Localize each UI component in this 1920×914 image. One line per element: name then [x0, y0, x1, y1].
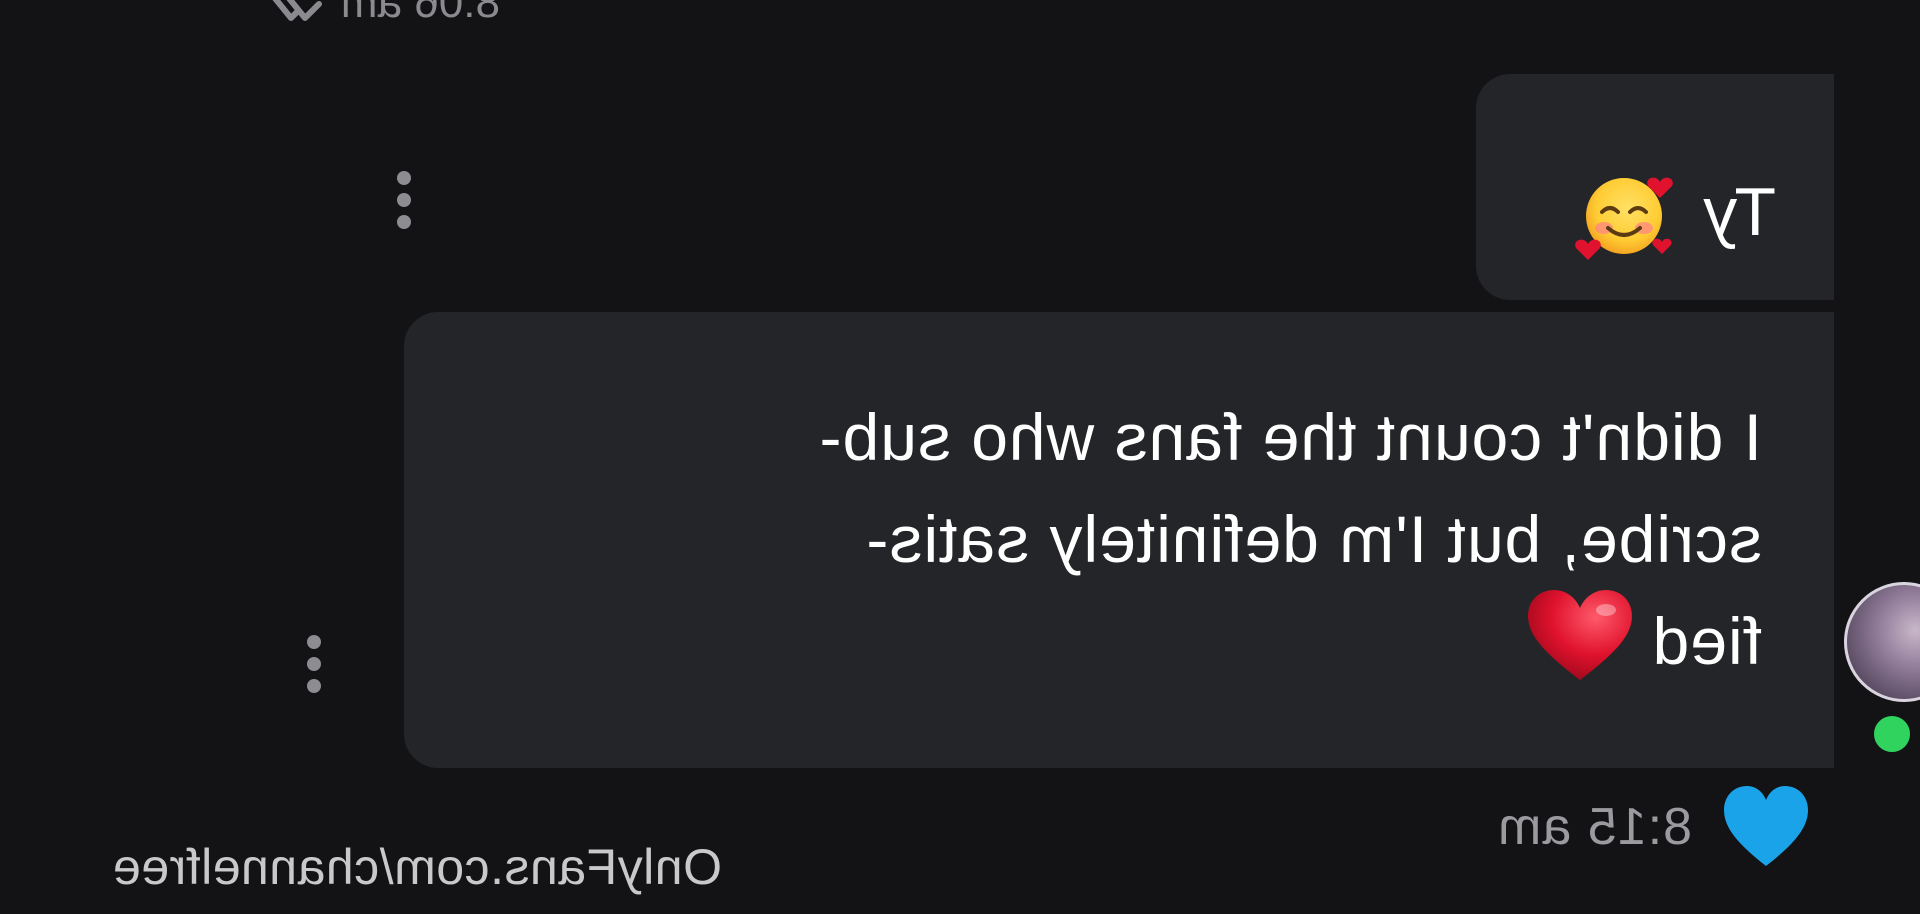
double-check-icon	[262, 0, 323, 21]
message-line-last: fied	[522, 590, 1762, 692]
top-timestamp: 8:06 am	[341, 0, 500, 27]
message-content: Ty	[1574, 162, 1776, 262]
avatar[interactable]	[1844, 582, 1920, 702]
dot	[397, 215, 411, 229]
message-text: I didn't count the fans who sub- scribe,…	[522, 386, 1762, 692]
top-message-meta: 8:06 am	[251, 0, 500, 28]
dot	[397, 171, 411, 185]
blue-heart-icon[interactable]	[1722, 786, 1810, 868]
message-line: fied	[1651, 604, 1762, 678]
message-line: scribe, but I'm definitely satis-	[865, 502, 1762, 576]
bottom-message-meta: 8:15 am	[1497, 782, 1810, 872]
chat-screen: 8:06 am Ty I didn't count the fans who s…	[0, 0, 1920, 914]
message-line: I didn't count the fans who sub-	[818, 400, 1763, 474]
dot	[307, 635, 321, 649]
message-more-button[interactable]	[384, 160, 424, 240]
dot	[397, 193, 411, 207]
dot	[307, 657, 321, 671]
message-timestamp: 8:15 am	[1497, 798, 1692, 856]
online-status-dot	[1870, 712, 1914, 756]
message-bubble[interactable]: I didn't count the fans who sub- scribe,…	[404, 312, 1834, 768]
dot	[307, 679, 321, 693]
watermark-text: OnlyFans.com/channelfree	[112, 839, 722, 895]
message-text: Ty	[1702, 174, 1776, 250]
red-heart-emoji	[1527, 590, 1632, 680]
smiling-face-with-hearts-emoji	[1575, 177, 1674, 260]
message-more-button[interactable]	[294, 624, 334, 704]
message-bubble[interactable]: Ty	[1476, 74, 1834, 300]
